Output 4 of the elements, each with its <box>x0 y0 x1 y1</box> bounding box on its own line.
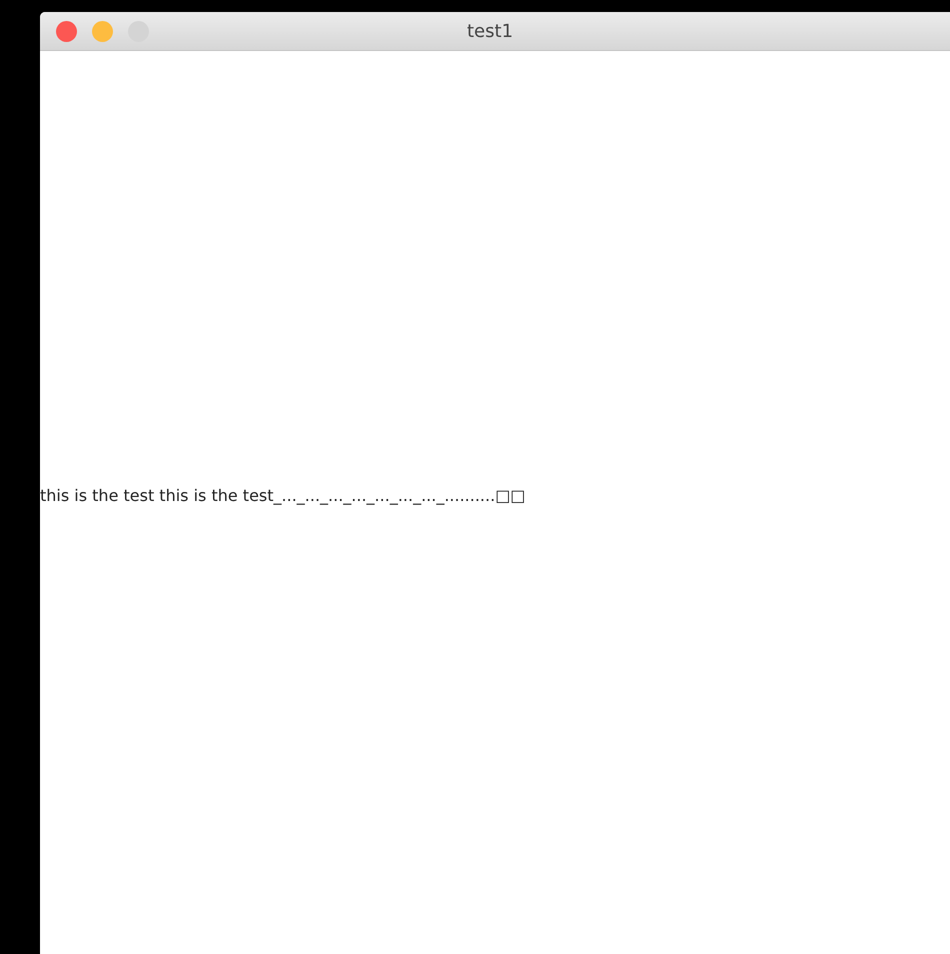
close-button[interactable] <box>56 20 77 42</box>
window-title: test1 <box>467 20 514 42</box>
minimize-button[interactable] <box>92 20 113 42</box>
body-text: this is the test this is the test_..._..._..._..._..._..._..._..........□□ <box>40 486 526 505</box>
